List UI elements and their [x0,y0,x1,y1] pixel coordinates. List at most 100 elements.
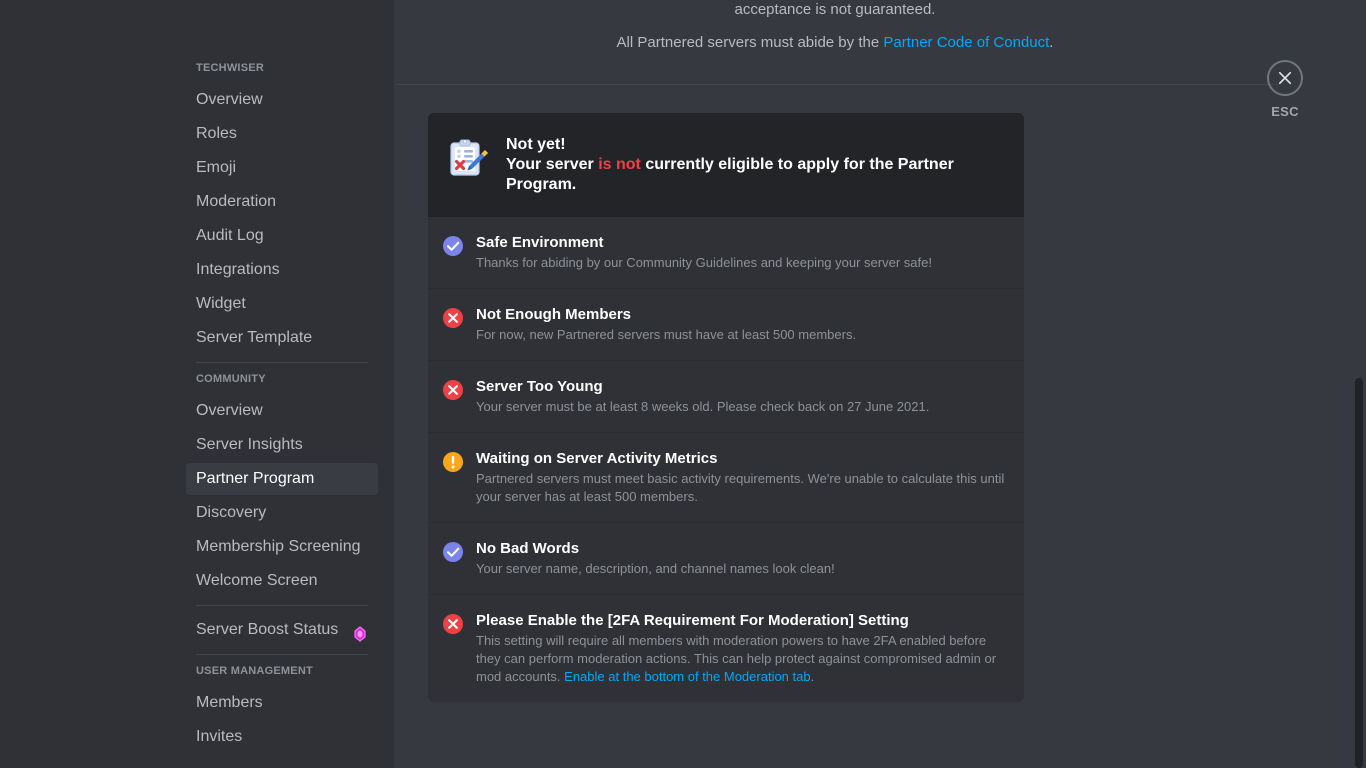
intro-line-code-of-conduct: All Partnered servers must abide by the … [434,33,1236,53]
requirement-row: Waiting on Server Activity Metrics Partne… [428,432,1024,522]
settings-content: acceptance is not guaranteed. All Partne… [394,0,1366,768]
eligibility-requirements-list: Safe Environment Thanks for abiding by ou… [428,217,1024,702]
sidebar-item-label: Welcome Screen [196,572,318,589]
intro-line3-suffix: . [1049,34,1054,51]
close-x-icon[interactable] [1267,60,1303,96]
requirement-title: Safe Environment [476,234,604,251]
enable-moderation-tab-link[interactable]: Enable at the bottom of the Moderation t… [564,669,810,684]
requirement-row: Safe Environment Thanks for abiding by ou… [428,217,1024,288]
sidebar-item-discovery[interactable]: Discovery [186,497,378,529]
close-modal-label: ESC [1271,104,1299,119]
requirement-description: Thanks for abiding by our Community Guid… [476,254,1006,272]
requirement-row-body: Safe Environment Thanks for abiding by ou… [476,233,1006,272]
eligibility-body-prefix: Your server [506,156,599,173]
requirement-description-text: Partnered servers must meet basic activi… [476,471,1005,504]
eligibility-not-yet-title: Not yet! [506,136,566,153]
sidebar-item-label: Members [196,694,263,711]
sidebar-item-overview[interactable]: Overview [186,84,378,116]
intro-line-acceptance: acceptance is not guaranteed. [734,1,936,18]
sidebar-item-label: Overview [196,402,263,419]
requirement-description-text: Your server name, description, and chann… [476,561,835,576]
sidebar-item-server-insights[interactable]: Server Insights [186,429,378,461]
check-circle-icon [442,541,464,563]
sidebar-item-audit-log[interactable]: Audit Log [186,220,378,252]
sidebar-item-label: Server Insights [196,436,303,453]
section-divider [396,84,1278,85]
requirement-description-text: Your server must be at least 8 weeks old… [476,399,930,414]
sidebar-item-label: Server Boost Status [196,621,339,638]
requirement-description: Partnered servers must meet basic activi… [476,470,1006,506]
sidebar-section-header: USER MANAGEMENT [196,665,313,677]
sidebar-item-label: Widget [196,295,246,312]
requirement-description-text: Thanks for abiding by our Community Guid… [476,255,932,270]
requirement-row: No Bad Words Your server name, descriptio… [428,522,1024,594]
sidebar-item-invites[interactable]: Invites [186,721,378,753]
requirement-title: Waiting on Server Activity Metrics [476,450,718,467]
requirement-row: Please Enable the [2FA Requirement For M… [428,594,1024,702]
sidebar-item-members[interactable]: Members [186,687,378,719]
requirement-title: Server Too Young [476,378,603,395]
eligibility-not-yet-body: Your server is not currently eligible to… [506,155,1004,195]
sidebar-item-label: Roles [196,125,237,142]
check-circle-icon [442,235,464,257]
requirement-description-text: For now, new Partnered servers must have… [476,327,857,342]
x-circle-icon [442,379,464,401]
sidebar-item-label: Emoji [196,159,237,176]
close-modal-button[interactable]: ESC [1260,60,1310,119]
sidebar-item-emoji[interactable]: Emoji [186,152,378,184]
sidebar-nav: TECHWISER Overview Roles Emoji Moderation Aud… [186,0,378,755]
requirement-row-body: No Bad Words Your server name, descriptio… [476,539,1006,578]
sidebar-item-server-template[interactable]: Server Template [186,322,378,354]
sidebar-item-widget[interactable]: Widget [186,288,378,320]
eligibility-card-header-text: Not yet! Your server is not currently el… [506,135,1004,195]
sidebar-item-label: Overview [196,91,263,108]
content-scroll-region: acceptance is not guaranteed. All Partne… [394,0,1366,768]
eligibility-body-emphasis: is not [598,156,641,173]
intro-line3-prefix: All Partnered servers must abide by the [616,34,884,51]
boost-gem-icon [352,622,368,642]
clipboard-x-pencil-icon [446,137,490,181]
content-scrollbar-track[interactable] [1350,0,1366,768]
sidebar-separator [196,362,368,363]
requirement-description: For now, new Partnered servers must have… [476,326,1006,344]
sidebar-item-label: Integrations [196,261,280,278]
sidebar-item-label: Server Template [196,329,313,346]
sidebar-item-welcome-screen[interactable]: Welcome Screen [186,565,378,597]
sidebar-item-overview[interactable]: Overview [186,395,378,427]
sidebar-item-label: Discovery [196,504,267,521]
settings-sidebar: TECHWISER Overview Roles Emoji Moderation Aud… [0,0,394,768]
sidebar-item-label: Invites [196,728,243,745]
sidebar-item-membership-screening[interactable]: Membership Screening [186,531,378,563]
sidebar-item-label: Audit Log [196,227,264,244]
requirement-row-body: Waiting on Server Activity Metrics Partne… [476,449,1006,506]
x-circle-icon [442,613,464,635]
requirement-row: Not Enough Members For now, new Partnered… [428,288,1024,360]
requirement-description: This setting will require all members wi… [476,632,1006,686]
partner-code-of-conduct-link[interactable]: Partner Code of Conduct [883,34,1049,51]
partner-eligibility-card: Not yet! Your server is not currently el… [428,113,1024,702]
sidebar-item-moderation[interactable]: Moderation [186,186,378,218]
content-scrollbar-thumb[interactable] [1355,378,1363,768]
requirement-row-body: Not Enough Members For now, new Partnered… [476,305,1006,344]
sidebar-item-partner-program[interactable]: Partner Program [186,463,378,495]
sidebar-item-label: Partner Program [196,470,315,487]
requirement-title: Not Enough Members [476,306,632,323]
sidebar-item-label: Moderation [196,193,277,210]
sidebar-item-server-boost-status[interactable]: Server Boost Status [186,614,378,646]
sidebar-section-header: TECHWISER [196,62,264,74]
requirement-description: Your server must be at least 8 weeks old… [476,398,1006,416]
requirement-title: Please Enable the [2FA Requirement For M… [476,612,909,629]
sidebar-separator [196,605,368,606]
requirement-description: Your server name, description, and chann… [476,560,1006,578]
requirement-description-suffix: . [810,669,815,684]
x-circle-icon [442,307,464,329]
requirement-title: No Bad Words [476,540,580,557]
requirement-row-body: Please Enable the [2FA Requirement For M… [476,611,1006,686]
settings-modal: TECHWISER Overview Roles Emoji Moderation Aud… [0,0,1366,768]
sidebar-item-integrations[interactable]: Integrations [186,254,378,286]
eligibility-card-header: Not yet! Your server is not currently el… [428,113,1024,217]
requirement-row: Server Too Young Your server must be at l… [428,360,1024,432]
requirement-row-body: Server Too Young Your server must be at l… [476,377,1006,416]
sidebar-item-label: Membership Screening [196,538,361,555]
sidebar-item-roles[interactable]: Roles [186,118,378,150]
